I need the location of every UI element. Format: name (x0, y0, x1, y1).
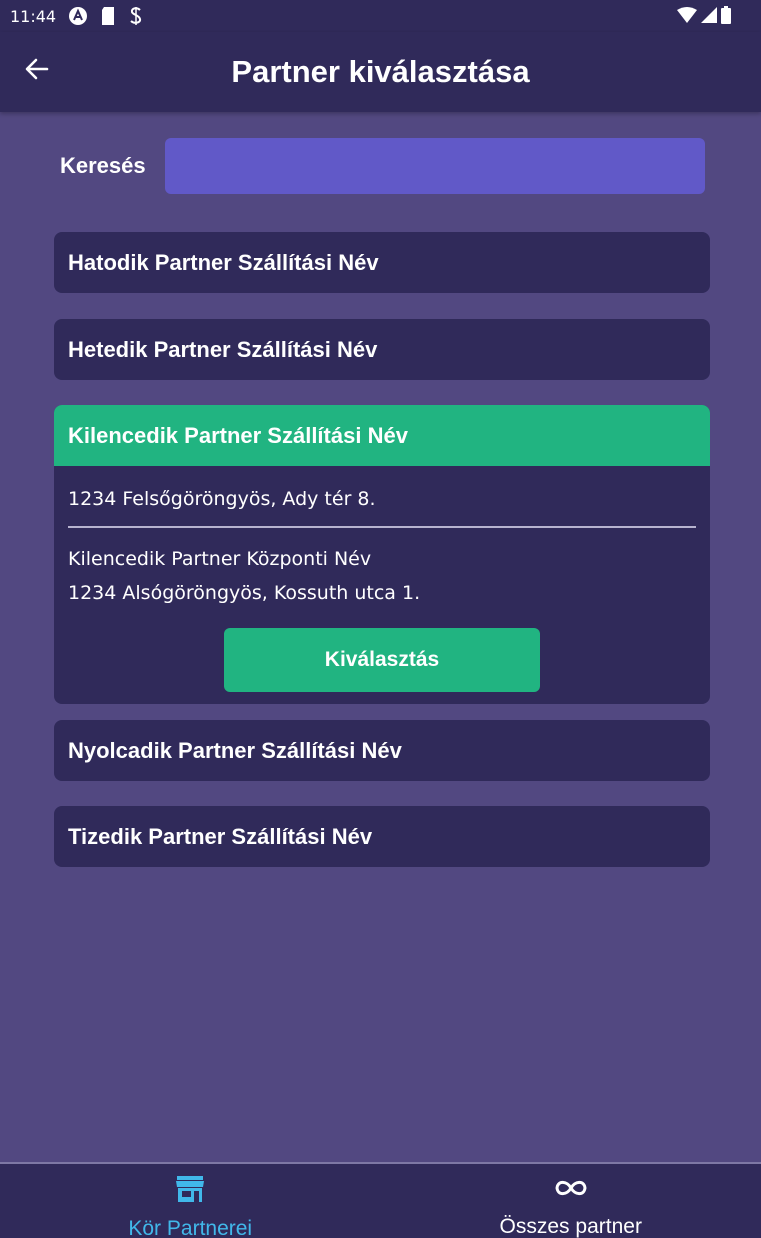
partner-card-expanded[interactable]: Kilencedik Partner Szállítási Név 1234 F… (54, 405, 710, 704)
bottom-navigation: Kör Partnerei Összes partner (0, 1162, 761, 1238)
partner-card[interactable]: Nyolcadik Partner Szállítási Név (54, 720, 710, 781)
partner-card-header[interactable]: Kilencedik Partner Szállítási Név (54, 405, 710, 466)
sync-icon (128, 6, 144, 26)
search-input[interactable] (165, 138, 705, 194)
nav-item-osszes-partner[interactable]: Összes partner (381, 1164, 761, 1238)
page-title: Partner kiválasztása (231, 54, 530, 89)
nav-label: Kör Partnerei (128, 1217, 253, 1238)
wifi-icon (677, 7, 697, 28)
partner-card[interactable]: Hetedik Partner Szállítási Név (54, 319, 710, 380)
partner-card[interactable]: Hatodik Partner Szállítási Név (54, 232, 710, 293)
shipping-address: 1234 Felsőgöröngyös, Ady tér 8. (68, 466, 696, 528)
search-row: Keresés (60, 138, 705, 194)
app-bar: Partner kiválasztása (0, 32, 761, 112)
app-notification-icon (68, 6, 88, 26)
status-bar: 11:44 (0, 0, 761, 32)
partner-card-header[interactable]: Nyolcadik Partner Szállítási Név (54, 720, 710, 781)
partner-card-header[interactable]: Hetedik Partner Szállítási Név (54, 319, 710, 380)
search-label: Keresés (60, 153, 146, 178)
status-time: 11:44 (10, 6, 57, 26)
central-name: Kilencedik Partner Központi Név (68, 548, 372, 570)
signal-icon (701, 7, 717, 28)
central-address: 1234 Alsógöröngyös, Kossuth utca 1. (68, 582, 421, 604)
store-icon (175, 1176, 205, 1207)
battery-icon (721, 6, 731, 29)
partner-card-header[interactable]: Tizedik Partner Szállítási Név (54, 806, 710, 867)
nav-label: Összes partner (499, 1215, 642, 1238)
partner-card-header[interactable]: Hatodik Partner Szállítási Név (54, 232, 710, 293)
partner-card-details: 1234 Felsőgöröngyös, Ady tér 8. Kilenced… (54, 466, 710, 692)
infinity-icon (552, 1176, 590, 1205)
partner-card[interactable]: Tizedik Partner Szállítási Név (54, 806, 710, 867)
nav-item-kor-partnerei[interactable]: Kör Partnerei (0, 1164, 381, 1238)
select-button[interactable]: Kiválasztás (224, 628, 540, 692)
sim-card-icon (100, 6, 116, 26)
